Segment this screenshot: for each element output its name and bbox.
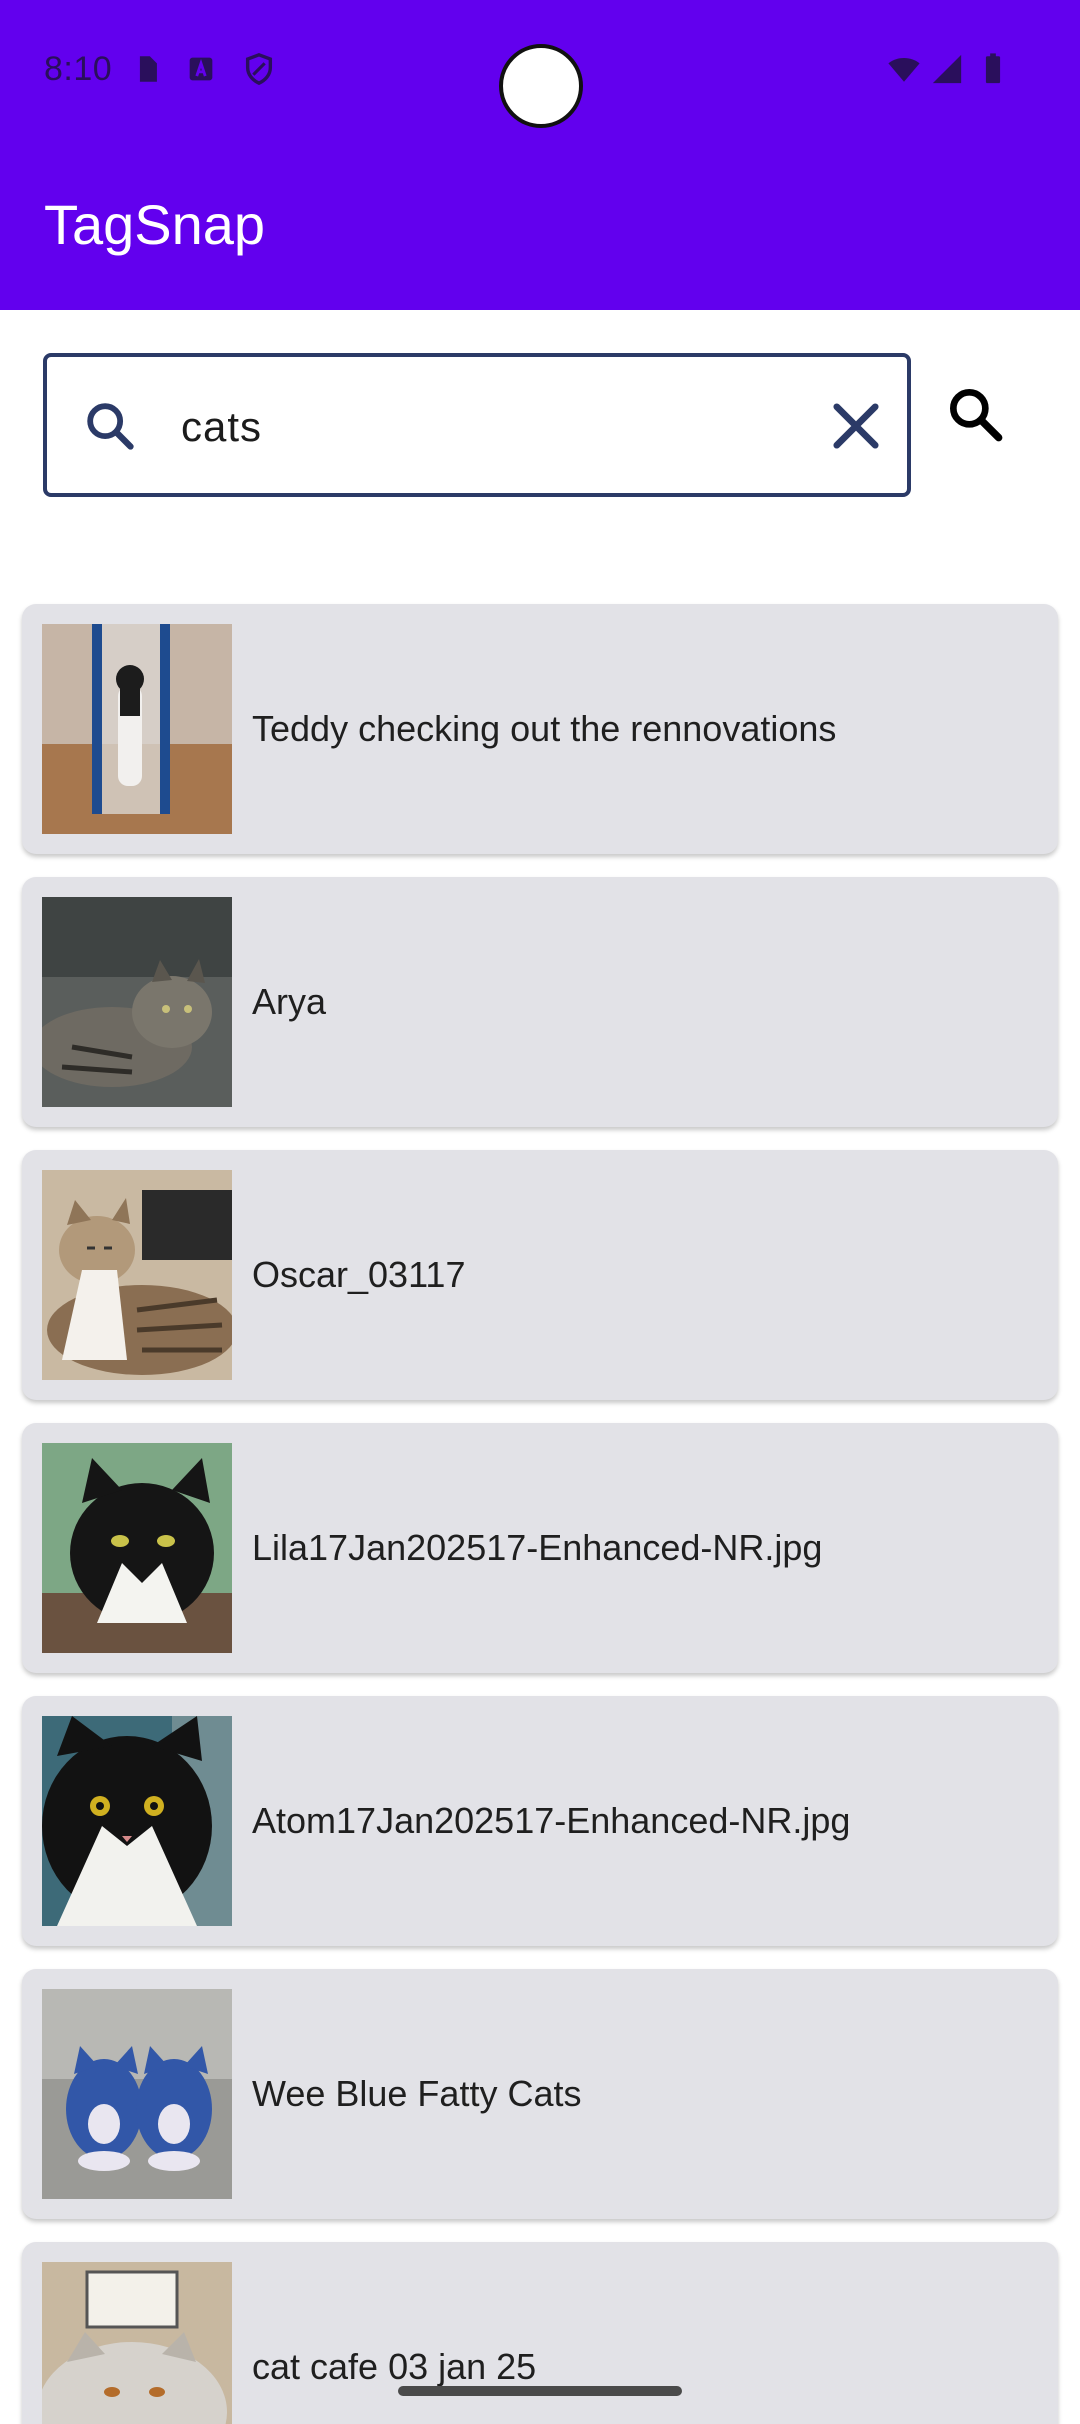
font-download-icon <box>189 57 213 81</box>
sim-card-icon <box>139 56 157 82</box>
cat-photo-renovation <box>42 624 232 834</box>
list-item[interactable]: Teddy checking out the rennovations <box>22 604 1058 854</box>
item-label: Atom17Jan202517-Enhanced-NR.jpg <box>252 1800 851 1841</box>
shield-icon <box>245 53 273 86</box>
list-item[interactable]: Arya <box>22 877 1058 1127</box>
cat-photo-cafe <box>42 2262 232 2424</box>
gesture-nav-handle[interactable] <box>398 2386 682 2396</box>
search-input[interactable] <box>181 387 741 467</box>
list-item[interactable]: Atom17Jan202517-Enhanced-NR.jpg <box>22 1696 1058 1946</box>
screen: 8:10 TagSnap cats Teddy checking out the… <box>0 0 1080 2424</box>
list-item[interactable]: Lila17Jan202517-Enhanced-NR.jpg <box>22 1423 1058 1673</box>
item-label: Arya <box>252 981 327 1022</box>
app-bar: 8:10 TagSnap <box>0 0 1080 310</box>
list-item[interactable]: cat cafe 03 jan 25 <box>22 2242 1058 2424</box>
item-label: Oscar_03117 <box>252 1254 466 1295</box>
item-label: Teddy checking out the rennovations <box>252 708 837 749</box>
list-item[interactable]: Oscar_03117 <box>22 1150 1058 1400</box>
item-label: Wee Blue Fatty Cats <box>252 2073 582 2114</box>
search-icon[interactable] <box>944 383 1008 447</box>
wifi-icon <box>888 58 920 82</box>
item-label: Lila17Jan202517-Enhanced-NR.jpg <box>252 1527 823 1568</box>
list-item[interactable]: Wee Blue Fatty Cats <box>22 1969 1058 2219</box>
battery-icon <box>985 53 1001 84</box>
app-title: TagSnap <box>44 193 266 256</box>
cat-photo-tabby-white <box>42 1170 232 1380</box>
item-label: cat cafe 03 jan 25 <box>252 2346 537 2387</box>
cat-photo-black-white <box>42 1443 232 1653</box>
signal-icon <box>932 54 962 84</box>
status-time: 8:10 <box>44 50 113 88</box>
close-icon[interactable] <box>823 393 889 459</box>
blue-cat-figurines <box>42 1989 232 2199</box>
camera-cutout <box>499 44 583 128</box>
search-field[interactable] <box>43 353 911 497</box>
cat-photo-tabby-lying <box>42 897 232 1107</box>
cat-photo-tuxedo <box>42 1716 232 1926</box>
search-icon <box>87 403 134 450</box>
